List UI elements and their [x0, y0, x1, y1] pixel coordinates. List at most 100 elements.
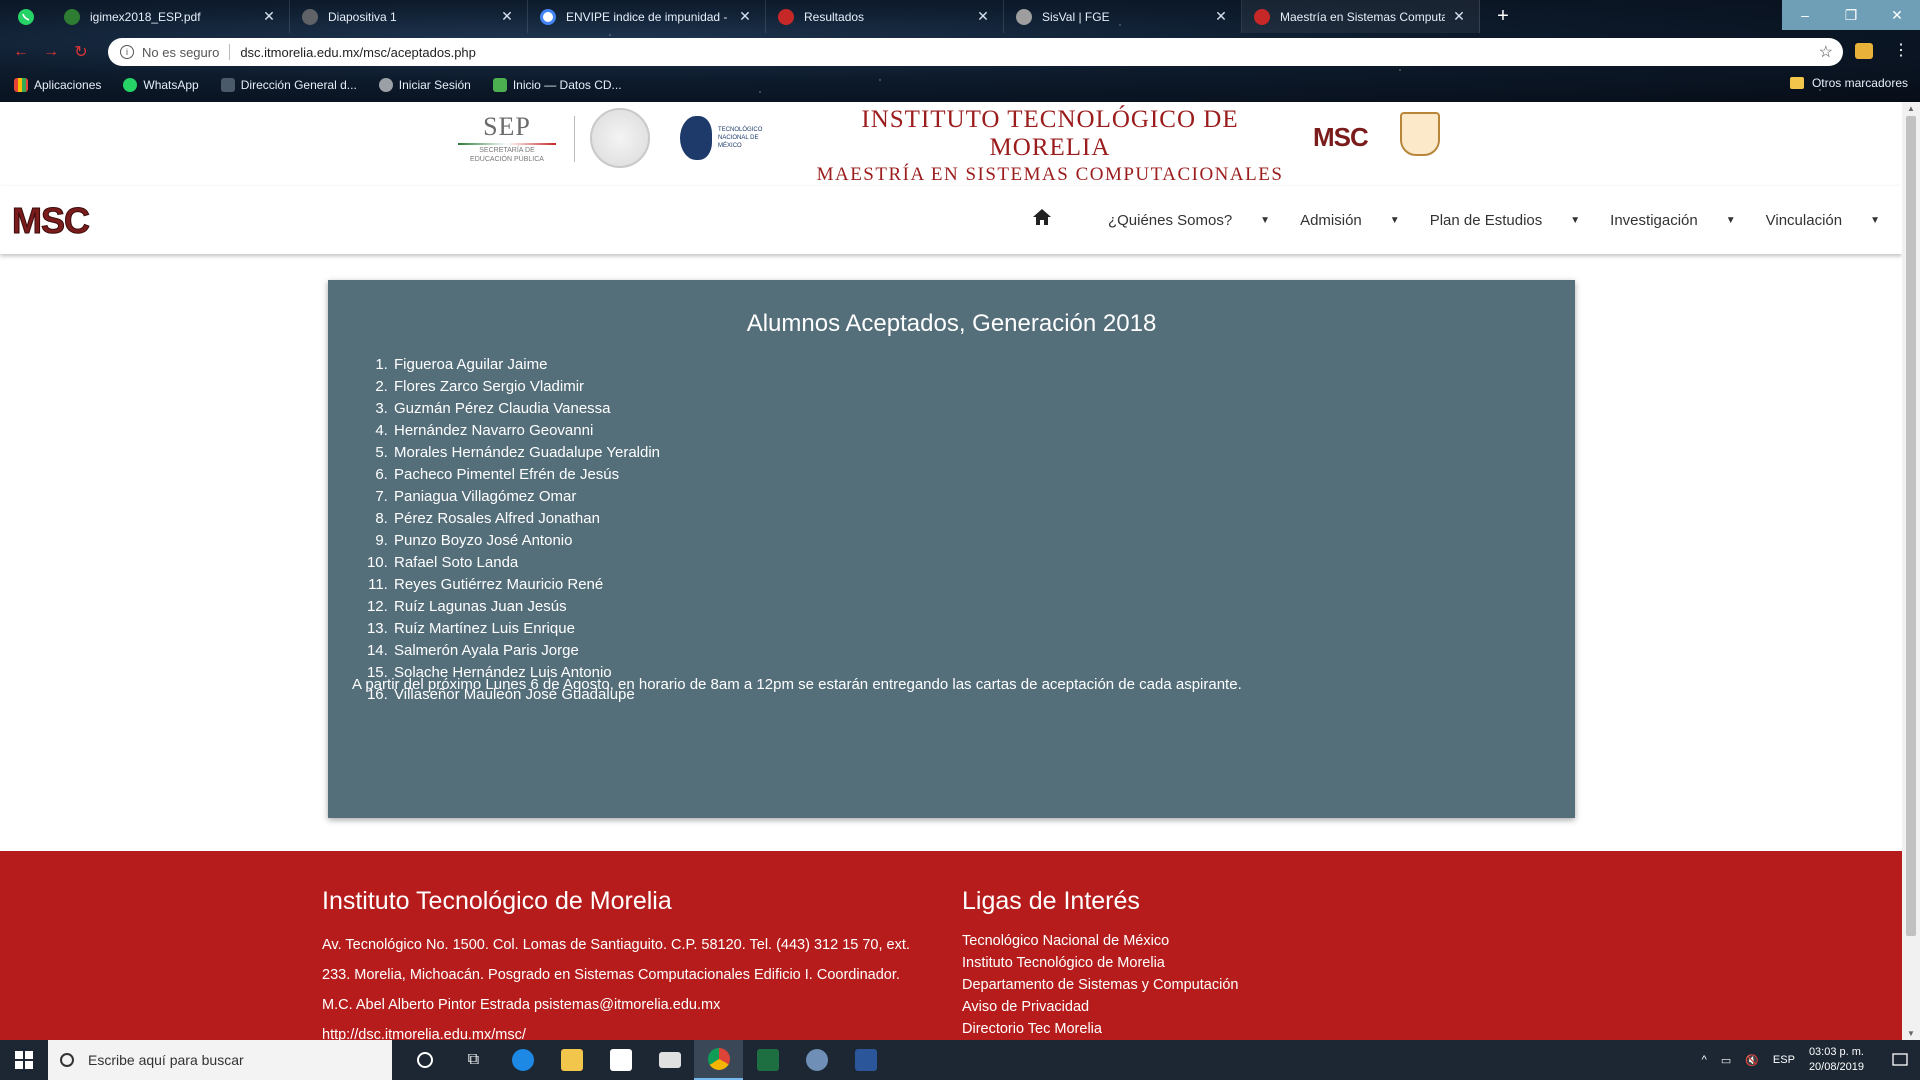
- tab-5[interactable]: Maestría en Sistemas Computac ✕: [1242, 0, 1480, 33]
- search-icon: [60, 1053, 74, 1067]
- extension-icon[interactable]: [1855, 43, 1873, 59]
- task-view-button[interactable]: ⧉: [449, 1040, 498, 1080]
- close-icon[interactable]: ✕: [975, 8, 991, 25]
- reload-button[interactable]: ↻: [66, 37, 96, 67]
- tecnm-text: NACIONAL DE MÉXICO: [718, 135, 759, 149]
- nav-vinculacion[interactable]: Vinculación ▼: [1766, 212, 1880, 229]
- close-icon[interactable]: ✕: [1451, 8, 1467, 25]
- sep-subtitle: SECRETARÍA DE: [479, 147, 535, 154]
- caret-down-icon: ▼: [1260, 214, 1271, 226]
- cortana-button[interactable]: [400, 1040, 449, 1080]
- bookmark-apps[interactable]: Aplicaciones: [14, 78, 101, 92]
- windows-start-button[interactable]: [0, 1040, 48, 1080]
- close-icon[interactable]: ✕: [737, 8, 753, 25]
- task-view-icon: ⧉: [467, 1051, 480, 1068]
- footer-link-privacy[interactable]: Aviso de Privacidad: [962, 999, 1089, 1015]
- windows-taskbar: Escribe aquí para buscar ⧉ ^ ▭ 🔇 ESP 03:…: [0, 1040, 1920, 1080]
- tab-0[interactable]: igimex2018_ESP.pdf ✕: [52, 0, 290, 33]
- brand-logo[interactable]: MSC: [12, 200, 91, 242]
- nav-quienes-somos[interactable]: ¿Quiénes Somos? ▼: [1108, 212, 1270, 229]
- language-indicator[interactable]: ESP: [1773, 1054, 1795, 1066]
- footer-institute: Instituto Tecnológico de Morelia Av. Tec…: [322, 887, 922, 1040]
- whatsapp-pinned-tab[interactable]: [0, 0, 52, 33]
- minimize-button[interactable]: –: [1782, 0, 1828, 30]
- info-icon[interactable]: i: [120, 45, 134, 59]
- tab-strip: igimex2018_ESP.pdf ✕ Diapositiva 1 ✕ ENVIP…: [0, 0, 1780, 33]
- word-button[interactable]: [841, 1040, 890, 1080]
- chrome-button[interactable]: [694, 1040, 743, 1080]
- itm-shield-icon: [1400, 112, 1440, 156]
- bookmark-whatsapp[interactable]: WhatsApp: [123, 78, 199, 92]
- nav-label: Plan de Estudios: [1429, 211, 1543, 229]
- caret-down-icon: ▼: [1570, 214, 1581, 226]
- tab-title: Diapositiva 1: [328, 9, 397, 24]
- list-item: Punzo Boyzo José Antonio: [392, 530, 660, 552]
- footer-link-itm[interactable]: Instituto Tecnológico de Morelia: [962, 955, 1165, 971]
- other-bookmarks[interactable]: Otros marcadores: [1789, 76, 1908, 90]
- restore-button[interactable]: ❐: [1828, 0, 1874, 30]
- footer-link-dsc[interactable]: Departamento de Sistemas y Computación: [962, 977, 1238, 993]
- scrollbar-thumb[interactable]: [1906, 116, 1916, 936]
- page-scrollbar[interactable]: ▲ ▼: [1902, 102, 1920, 1040]
- network-icon[interactable]: ▭: [1721, 1054, 1731, 1067]
- url-text[interactable]: dsc.itmorelia.edu.mx/msc/aceptados.php: [240, 45, 476, 60]
- bookmark-datos[interactable]: Inicio — Datos CD...: [492, 78, 622, 92]
- tab-title: Resultados: [804, 9, 865, 24]
- bookmarks-bar: Aplicaciones WhatsApp Dirección General …: [0, 72, 1920, 98]
- scroll-up-icon[interactable]: ▲: [1907, 104, 1915, 113]
- tab-1[interactable]: Diapositiva 1 ✕: [290, 0, 528, 33]
- msc-logo: MSC: [1313, 122, 1369, 152]
- tab-title: igimex2018_ESP.pdf: [90, 9, 201, 24]
- divider: [574, 116, 575, 162]
- tecnm-logo: TECNOLÓGICO NACIONAL DE MÉXICO: [680, 110, 780, 166]
- tab-4[interactable]: SisVal | FGE ✕: [1004, 0, 1242, 33]
- address-bar[interactable]: i No es seguro dsc.itmorelia.edu.mx/msc/…: [108, 38, 1843, 66]
- tab-3[interactable]: Resultados ✕: [766, 0, 1004, 33]
- footer-link-directory[interactable]: Directorio Tec Morelia: [962, 1021, 1102, 1037]
- address-row: ← → ↻ i No es seguro dsc.itmorelia.edu.m…: [0, 34, 1920, 70]
- footer-site-link[interactable]: http://dsc.itmorelia.edu.mx/msc/: [322, 1027, 526, 1040]
- notifications-icon[interactable]: [1880, 1040, 1920, 1080]
- close-icon[interactable]: ✕: [499, 8, 515, 25]
- tab-2[interactable]: ENVIPE indice de impunidad - Bu ✕: [528, 0, 766, 33]
- bookmark-iniciar-sesion[interactable]: Iniciar Sesión: [378, 78, 471, 92]
- home-icon[interactable]: [1032, 208, 1052, 232]
- close-icon[interactable]: ✕: [1213, 8, 1229, 25]
- clock[interactable]: 03:03 p. m. 20/08/2019: [1809, 1045, 1864, 1075]
- back-button[interactable]: ←: [6, 37, 36, 67]
- clock-date: 20/08/2019: [1808, 1061, 1864, 1073]
- footer-link-tecnm[interactable]: Tecnológico Nacional de México: [962, 933, 1169, 949]
- r-button[interactable]: [792, 1040, 841, 1080]
- excel-button[interactable]: [743, 1040, 792, 1080]
- new-tab-button[interactable]: +: [1488, 2, 1518, 32]
- sep-logo: SEP SECRETARÍA DE EDUCACIÓN PÚBLICA: [452, 112, 562, 172]
- forward-button[interactable]: →: [36, 37, 66, 67]
- nav-investigacion[interactable]: Investigación ▼: [1610, 212, 1735, 229]
- file-explorer-button[interactable]: [547, 1040, 596, 1080]
- list-item: Salmerón Ayala Paris Jorge: [392, 640, 660, 662]
- volume-icon[interactable]: 🔇: [1745, 1054, 1759, 1067]
- footer-links-title: Ligas de Interés: [962, 887, 1140, 915]
- institute-name: INSTITUTO TECNOLÓGICO DE MORELIA: [861, 106, 1239, 161]
- bookmark-star-icon[interactable]: ☆: [1819, 42, 1833, 62]
- store-button[interactable]: [596, 1040, 645, 1080]
- edge-button[interactable]: [498, 1040, 547, 1080]
- list-item: Paniagua Villagómez Omar: [392, 486, 660, 508]
- scroll-down-icon[interactable]: ▼: [1907, 1029, 1915, 1038]
- tab-title: SisVal | FGE: [1042, 9, 1110, 24]
- browser-menu-icon[interactable]: ⋮: [1893, 40, 1909, 60]
- close-icon[interactable]: ✕: [261, 8, 277, 25]
- chevron-up-icon[interactable]: ^: [1702, 1054, 1707, 1066]
- close-window-button[interactable]: ✕: [1874, 0, 1920, 30]
- divider: [458, 143, 556, 145]
- nav-admision[interactable]: Admisión ▼: [1300, 212, 1400, 229]
- web-page: SEP SECRETARÍA DE EDUCACIÓN PÚBLICA TECN…: [0, 102, 1902, 1040]
- folder-icon: [1789, 77, 1804, 89]
- taskbar-search[interactable]: Escribe aquí para buscar: [48, 1040, 392, 1080]
- mail-icon: [658, 1052, 681, 1068]
- globe-icon: [378, 78, 393, 92]
- bookmark-direccion[interactable]: Dirección General d...: [220, 78, 357, 92]
- nav-plan-de-estudios[interactable]: Plan de Estudios ▼: [1430, 212, 1580, 229]
- mail-button[interactable]: [645, 1040, 694, 1080]
- list-item: Rafael Soto Landa: [392, 552, 660, 574]
